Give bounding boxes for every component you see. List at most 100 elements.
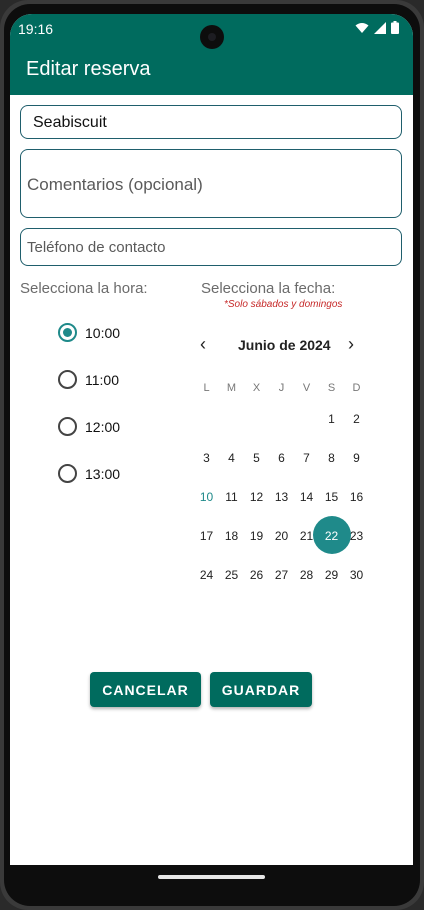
- status-icons: [355, 21, 399, 34]
- time-option-label: 12:00: [85, 418, 121, 435]
- app-screen: 19:16 Editar reserva Seabiscuit Comentar…: [10, 14, 413, 890]
- calendar-day-number: 13: [274, 489, 289, 504]
- time-option-label: 10:00: [85, 324, 121, 341]
- calendar-day[interactable]: 24: [194, 555, 219, 594]
- calendar-day-number: 27: [274, 567, 289, 582]
- weekday-label: X: [252, 382, 261, 394]
- calendar-day-number: 29: [324, 567, 339, 582]
- calendar-day-number: 9: [353, 450, 360, 465]
- weekend-note: *Solo sábados y domingos: [224, 299, 343, 310]
- calendar-day[interactable]: 6: [269, 438, 294, 477]
- calendar-day[interactable]: 27: [269, 555, 294, 594]
- cancel-button[interactable]: CANCELAR: [90, 672, 201, 707]
- calendar-day-selected[interactable]: 22: [313, 516, 351, 555]
- calendar-day[interactable]: 18: [219, 516, 244, 555]
- radio-button[interactable]: [58, 370, 77, 389]
- calendar-week-row: 17 18 19 20 21 22 23: [194, 516, 369, 555]
- calendar-day[interactable]: 30: [344, 555, 369, 594]
- calendar-empty-cell: [244, 399, 269, 438]
- comments-field[interactable]: Comentarios (opcional): [20, 149, 402, 218]
- calendar-week-row: 10 11 12 13 14 15 16: [194, 477, 369, 516]
- phone-placeholder: Teléfono de contacto: [27, 239, 166, 256]
- calendar-day-number: 14: [299, 489, 314, 504]
- calendar-day-number: 19: [249, 528, 264, 543]
- signal-icon: [374, 21, 386, 34]
- app-bar: 19:16 Editar reserva: [10, 14, 413, 95]
- name-field[interactable]: Seabiscuit: [20, 105, 402, 139]
- calendar-day[interactable]: 1: [319, 399, 344, 438]
- calendar-day-number: 16: [349, 489, 364, 504]
- calendar-day[interactable]: 17: [194, 516, 219, 555]
- calendar-day[interactable]: 29: [319, 555, 344, 594]
- weekday-label: M: [226, 382, 237, 394]
- weekday-label: V: [302, 382, 311, 394]
- radio-button[interactable]: [58, 464, 77, 483]
- calendar-empty-cell: [269, 399, 294, 438]
- home-gesture-pill[interactable]: [158, 875, 265, 879]
- calendar-week-row: 12: [194, 399, 369, 438]
- calendar-day-number: 2: [353, 411, 360, 426]
- calendar-day[interactable]: 9: [344, 438, 369, 477]
- chevron-left-icon[interactable]: ‹: [200, 334, 206, 354]
- time-option-1100[interactable]: 11:00: [58, 370, 119, 389]
- weekday-header-row: LMXJVSD: [194, 378, 369, 398]
- time-option-1200[interactable]: 12:00: [58, 417, 120, 436]
- radio-button-checked[interactable]: [58, 323, 77, 342]
- calendar-day[interactable]: 10: [194, 477, 219, 516]
- calendar-empty-cell: [294, 399, 319, 438]
- calendar-day[interactable]: 4: [219, 438, 244, 477]
- calendar-day[interactable]: 2: [344, 399, 369, 438]
- calendar-day[interactable]: 8: [319, 438, 344, 477]
- save-button[interactable]: GUARDAR: [210, 672, 312, 707]
- calendar-day-number: 30: [349, 567, 364, 582]
- name-field-value: Seabiscuit: [33, 114, 107, 131]
- calendar-day-number: 28: [299, 567, 314, 582]
- time-option-1300[interactable]: 13:00: [58, 464, 120, 483]
- calendar-day[interactable]: 7: [294, 438, 319, 477]
- calendar-day-number: 6: [278, 450, 285, 465]
- calendar-day[interactable]: 28: [294, 555, 319, 594]
- calendar-day[interactable]: 19: [244, 516, 269, 555]
- calendar-day[interactable]: 14: [294, 477, 319, 516]
- battery-icon: [391, 21, 399, 34]
- calendar-day-number: 26: [249, 567, 264, 582]
- time-option-label: 13:00: [85, 465, 121, 482]
- time-option-1000[interactable]: 10:00: [58, 323, 120, 342]
- calendar-month-label: Junio de 2024: [238, 337, 331, 353]
- radio-button[interactable]: [58, 417, 77, 436]
- wifi-icon: [355, 22, 369, 33]
- phone-field[interactable]: Teléfono de contacto: [20, 228, 402, 266]
- weekday-label: D: [352, 382, 361, 394]
- calendar-day-number: 11: [225, 489, 238, 504]
- time-section-label: Selecciona la hora:: [20, 280, 148, 297]
- calendar-day[interactable]: 13: [269, 477, 294, 516]
- calendar-day[interactable]: 3: [194, 438, 219, 477]
- calendar-day[interactable]: 5: [244, 438, 269, 477]
- chevron-right-icon[interactable]: ›: [348, 334, 354, 354]
- calendar-day-number: 24: [199, 567, 214, 582]
- calendar-day[interactable]: 20: [269, 516, 294, 555]
- calendar-day-number: 22: [324, 528, 339, 543]
- calendar-day-number: 4: [228, 450, 235, 465]
- calendar-day[interactable]: 26: [244, 555, 269, 594]
- calendar-day-number: 18: [224, 528, 239, 543]
- weekday-label: J: [278, 382, 285, 394]
- calendar-day-number: 3: [203, 450, 210, 465]
- calendar-day-number: 20: [274, 528, 289, 543]
- date-section-label: Selecciona la fecha:: [201, 280, 336, 297]
- weekday-label: S: [327, 382, 336, 394]
- calendar-day-number: 12: [249, 489, 264, 504]
- calendar-day[interactable]: 16: [344, 477, 369, 516]
- calendar-day[interactable]: 12: [244, 477, 269, 516]
- calendar-day-number: 5: [253, 450, 260, 465]
- calendar-day-number: 25: [224, 567, 239, 582]
- calendar-day[interactable]: 15: [319, 477, 344, 516]
- system-nav-bar: [10, 865, 413, 893]
- calendar-day[interactable]: 25: [219, 555, 244, 594]
- camera-cutout: [200, 25, 224, 49]
- calendar-day-number: 21: [299, 528, 314, 543]
- calendar-empty-cell: [194, 399, 219, 438]
- calendar-day[interactable]: 23: [344, 516, 369, 555]
- calendar-day[interactable]: 11: [219, 477, 244, 516]
- weekday-label: L: [203, 382, 210, 394]
